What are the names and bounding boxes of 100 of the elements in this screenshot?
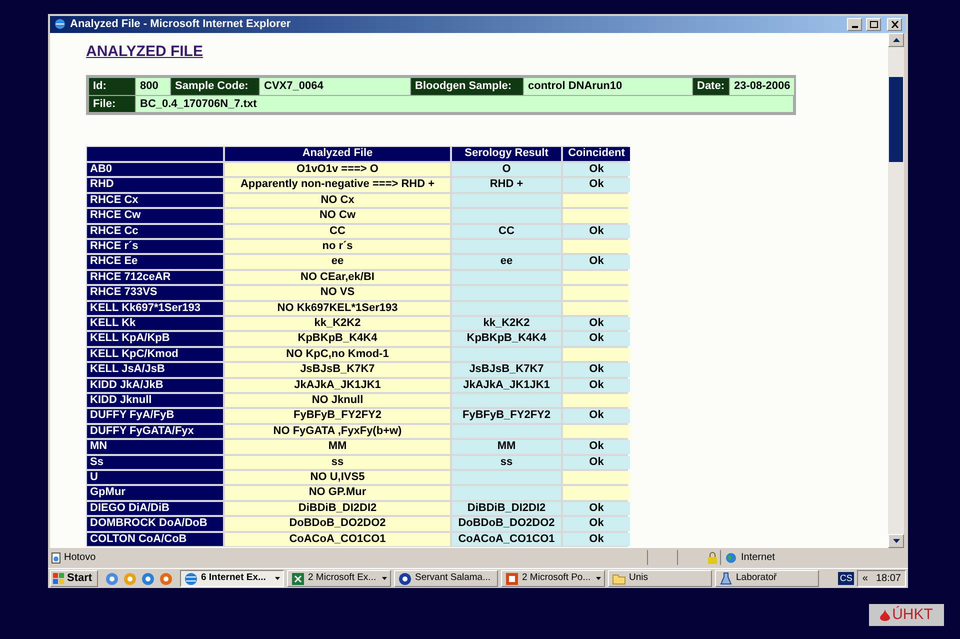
taskbar-button[interactable]: 2 Microsoft Po... bbox=[501, 570, 605, 587]
row-label: DOMBROCK DoA/DoB bbox=[87, 517, 223, 531]
status-text: Hotovo bbox=[64, 551, 97, 566]
table-cell: DoBDoB_DO2DO2 bbox=[452, 517, 561, 531]
quick-launch-icon[interactable] bbox=[105, 572, 119, 586]
info-value: 23-08-2006 bbox=[730, 78, 794, 95]
expand-button[interactable]: « bbox=[862, 571, 868, 586]
table-cell: NO FyGATA ,FyxFy(b+w) bbox=[225, 424, 450, 438]
taskbar-button[interactable]: Laboratoř bbox=[715, 570, 819, 587]
info-label: Date: bbox=[693, 78, 729, 95]
table-cell bbox=[563, 240, 630, 254]
table-cell: Ok bbox=[563, 363, 630, 377]
table-cell: JkAJkA_JK1JK1 bbox=[225, 378, 450, 392]
row-label: Ss bbox=[87, 456, 223, 469]
taskbar-button[interactable]: Unis bbox=[608, 570, 712, 587]
row-label: RHCE 712ceAR bbox=[87, 270, 223, 284]
table-cell: NO KpC,no Kmod-1 bbox=[225, 348, 450, 362]
table-cell: CC bbox=[452, 224, 561, 238]
table-cell: Ok bbox=[563, 532, 630, 546]
close-icon bbox=[890, 20, 898, 28]
table-cell bbox=[563, 286, 630, 300]
row-label: KELL Kk697*1Ser193 bbox=[87, 302, 223, 315]
row-label: KELL KpC/Kmod bbox=[87, 348, 223, 362]
start-button[interactable]: Start bbox=[50, 570, 98, 587]
table-cell: FyBFyB_FY2FY2 bbox=[452, 409, 561, 423]
quick-launch-icon[interactable] bbox=[141, 572, 155, 586]
row-label: AB0 bbox=[87, 162, 223, 176]
down-arrow-icon bbox=[892, 539, 900, 544]
page-heading: ANALYZED FILE bbox=[86, 42, 203, 62]
table-cell: Apparently non-negative ===> RHD + bbox=[225, 178, 450, 192]
row-label: DUFFY FyA/FyB bbox=[87, 409, 223, 423]
column-header: Coincident bbox=[563, 147, 630, 161]
table-cell: O bbox=[452, 162, 561, 176]
table-cell: NO VS bbox=[225, 286, 450, 300]
spreadsheet-icon bbox=[291, 572, 305, 586]
row-label: KELL KpA/KpB bbox=[87, 332, 223, 346]
table-cell: kk_K2K2 bbox=[225, 316, 450, 330]
table-cell bbox=[563, 209, 630, 222]
table-cell bbox=[563, 270, 630, 284]
table-cell: RHD + bbox=[452, 178, 561, 192]
row-label: MN bbox=[87, 440, 223, 454]
table-cell: DoBDoB_DO2DO2 bbox=[225, 517, 450, 531]
scrollbar[interactable] bbox=[888, 32, 904, 548]
quick-launch-icon[interactable] bbox=[123, 572, 137, 586]
table-cell: no r´s bbox=[225, 240, 450, 254]
maximize-button[interactable] bbox=[866, 18, 881, 31]
table-cell: ss bbox=[452, 456, 561, 469]
language-indicator[interactable]: CS bbox=[838, 572, 854, 586]
row-label: RHD bbox=[87, 178, 223, 192]
table-cell: JsBJsB_K7K7 bbox=[452, 363, 561, 377]
table-cell: FyBFyB_FY2FY2 bbox=[225, 409, 450, 423]
table-cell: KpBKpB_K4K4 bbox=[225, 332, 450, 346]
row-label: RHCE r´s bbox=[87, 240, 223, 254]
taskbar-button[interactable]: 2 Microsoft Ex... bbox=[287, 570, 391, 587]
quick-launch-icon[interactable] bbox=[159, 572, 173, 586]
column-header: Serology Result bbox=[452, 147, 561, 161]
table-cell: ee bbox=[452, 255, 561, 269]
close-button[interactable] bbox=[887, 18, 902, 31]
row-label: KIDD Jknull bbox=[87, 394, 223, 408]
table-cell: kk_K2K2 bbox=[452, 316, 561, 330]
taskbar-button[interactable]: 6 Internet Ex... bbox=[180, 570, 284, 587]
info-value: control DNArun10 bbox=[524, 78, 692, 95]
table-cell: NO Cw bbox=[225, 209, 450, 222]
flask-icon bbox=[719, 572, 733, 586]
caret-icon bbox=[382, 577, 387, 580]
info-value: BC_0.4_170706N_7.txt bbox=[136, 96, 793, 112]
table-cell: DiBDiB_DI2DI2 bbox=[225, 502, 450, 516]
table-cell: ee bbox=[225, 255, 450, 269]
table-cell: Ok bbox=[563, 378, 630, 392]
info-value: CVX7_0064 bbox=[260, 78, 410, 95]
table-cell: CoACoA_CO1CO1 bbox=[225, 532, 450, 546]
table-cell: ss bbox=[225, 456, 450, 469]
table-cell: Ok bbox=[563, 440, 630, 454]
table-cell: O1vO1v ===> O bbox=[225, 162, 450, 176]
table-cell: Ok bbox=[563, 456, 630, 469]
table-cell: Ok bbox=[563, 502, 630, 516]
table-cell bbox=[563, 348, 630, 362]
table-cell: NO CEar,ek/BI bbox=[225, 270, 450, 284]
page-icon bbox=[50, 552, 62, 564]
table-cell: KpBKpB_K4K4 bbox=[452, 332, 561, 346]
table-cell bbox=[563, 486, 630, 500]
taskbar-button[interactable]: Servant Salama... bbox=[394, 570, 498, 587]
zone-text: Internet bbox=[741, 551, 775, 566]
table-cell: DiBDiB_DI2DI2 bbox=[452, 502, 561, 516]
up-arrow-icon bbox=[892, 38, 900, 42]
caret-icon bbox=[596, 577, 601, 580]
table-cell: NO GP.Mur bbox=[225, 486, 450, 500]
row-label: RHCE 733VS bbox=[87, 286, 223, 300]
table-cell: CC bbox=[225, 224, 450, 238]
table-cell: Ok bbox=[563, 316, 630, 330]
row-label: U bbox=[87, 471, 223, 484]
row-label: RHCE Cc bbox=[87, 224, 223, 238]
table-cell: NO Cx bbox=[225, 194, 450, 208]
table-cell bbox=[563, 424, 630, 438]
scroll-thumb[interactable] bbox=[889, 76, 903, 162]
maximize-icon bbox=[870, 20, 878, 28]
column-header: Analyzed File bbox=[225, 147, 450, 161]
clock: 18:07 bbox=[876, 572, 901, 586]
minimize-button[interactable] bbox=[847, 18, 862, 31]
window-title: Analyzed File - Microsoft Internet Explorer bbox=[70, 17, 292, 32]
